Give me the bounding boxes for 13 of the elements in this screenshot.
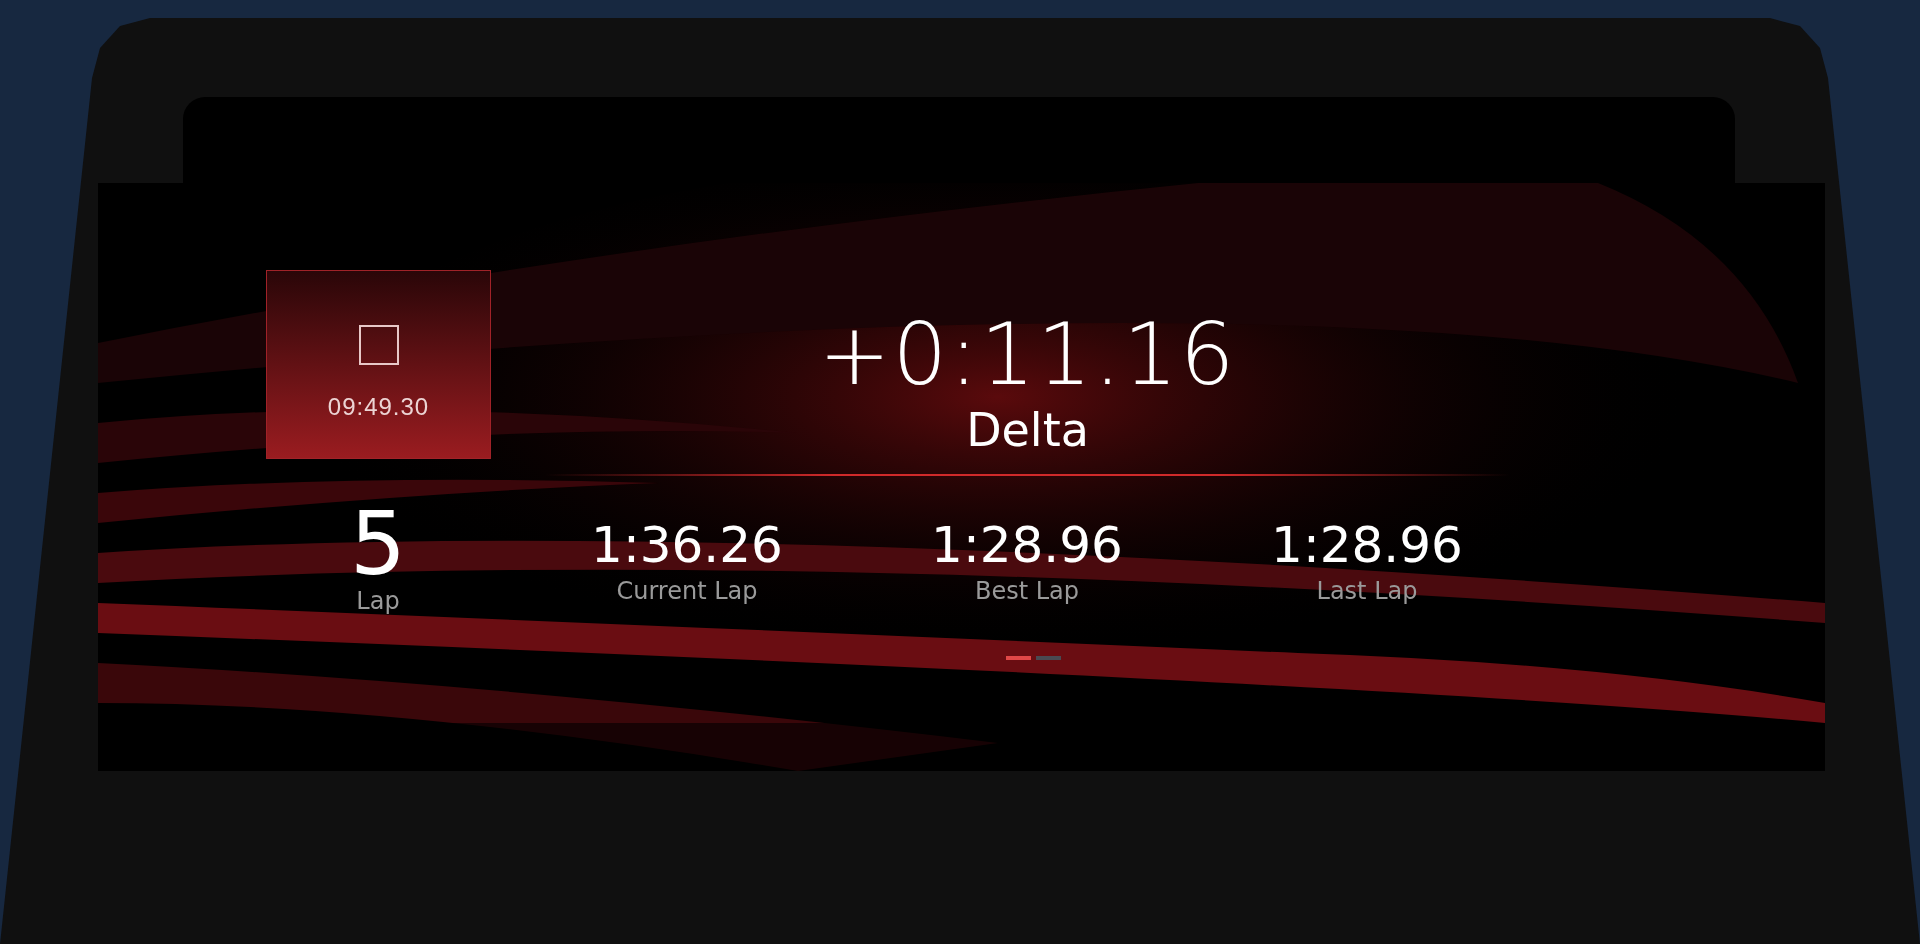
delta-label: Delta [966,402,1089,458]
stat-label: Best Lap [974,576,1080,606]
lap-time: 1:28.96 [1271,515,1463,576]
stop-button[interactable]: 09:49.30 [266,270,491,459]
stat-label: Current Lap [616,576,758,606]
page-indicator[interactable] [1006,656,1031,660]
stop-icon [358,325,399,365]
timer-text: 09:49.30 [327,393,430,421]
page-indicator[interactable] [1036,656,1061,660]
stat-label: Last Lap [1316,576,1418,606]
lap-time: 1:28.96 [931,515,1123,576]
delta-value: +0:11.16 [818,306,1237,402]
lap-time: 1:36.26 [591,515,783,576]
